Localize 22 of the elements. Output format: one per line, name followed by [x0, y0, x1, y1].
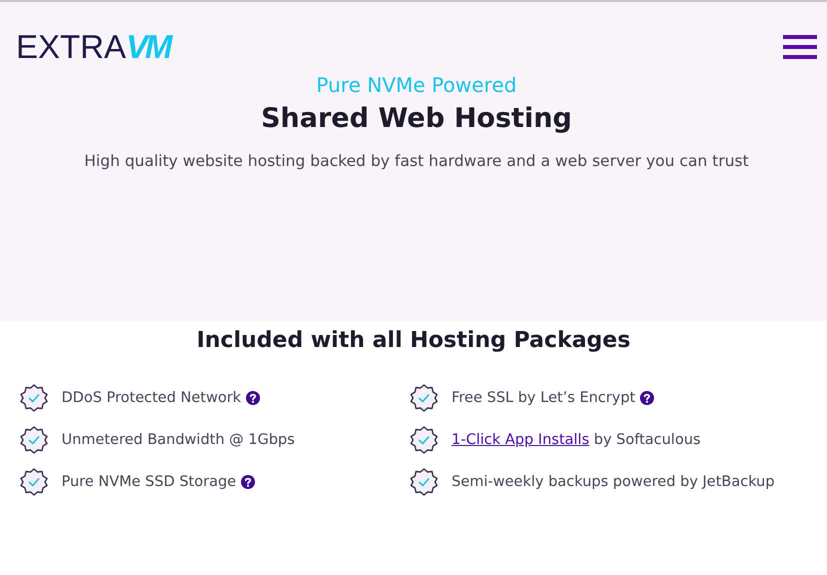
menu-icon[interactable] [783, 34, 817, 58]
check-badge-icon [408, 383, 438, 413]
logo[interactable]: EXTRAVM [16, 30, 170, 63]
check-badge-icon [408, 467, 438, 497]
feature-text: DDoS Protected Network [62, 390, 242, 406]
check-badge-icon [18, 383, 48, 413]
section-title: Included with all Hosting Packages [196, 328, 630, 353]
check-badge-icon [408, 425, 438, 455]
feature-text: Free SSL by Let’s Encrypt [452, 390, 636, 406]
feature-text: Unmetered Bandwidth @ 1Gbps [62, 432, 295, 448]
check-badge-icon [18, 467, 48, 497]
help-icon[interactable] [640, 391, 654, 405]
help-icon[interactable] [241, 475, 256, 489]
feature-text: Pure NVMe SSD Storage [62, 474, 236, 490]
hero-title: Shared Web Hosting [260, 103, 572, 134]
help-icon[interactable] [246, 391, 260, 405]
feature-text: 1-Click App Installs by Softaculous [452, 432, 701, 448]
hero-eyebrow: Pure NVMe Powered [316, 73, 517, 97]
check-badge-icon [18, 425, 48, 455]
hero-subtitle: High quality website hosting backed by fast hardware and a web server you can trust [84, 152, 749, 170]
feature-text: Semi-weekly backups powered by JetBackup [452, 474, 775, 490]
feature-link[interactable]: 1-Click App Installs [452, 432, 590, 448]
